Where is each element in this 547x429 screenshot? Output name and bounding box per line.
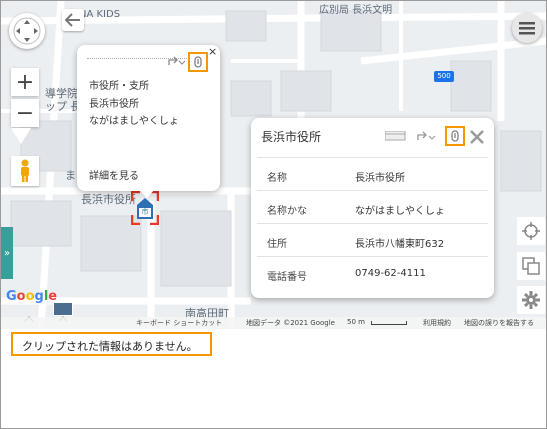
card-row: 住所 長浜市八幡東町632 (257, 223, 488, 256)
row-value: 長浜市八幡東町632 (355, 239, 445, 250)
map-copyright: 地図データ ©2021 Google (246, 319, 335, 327)
row-value: 0749-62-4111 (355, 268, 426, 279)
row-key: 名称 (267, 173, 287, 184)
paperclip-icon (451, 130, 459, 142)
map-label-kids: NA KIDS (79, 9, 121, 20)
card-title: 長浜市役所 (261, 130, 322, 144)
google-logo: Google (6, 289, 58, 304)
close-icon[interactable] (470, 130, 484, 144)
back-button[interactable] (62, 9, 84, 31)
crosshair-icon (522, 222, 540, 240)
pegman-icon (21, 159, 29, 182)
directions-arrow-icon[interactable] (416, 130, 440, 142)
report-error-link[interactable]: 地図の誤りを報告する (464, 318, 534, 328)
card-row: 名称 長浜市役所 (257, 157, 488, 190)
hamburger-menu-icon (519, 22, 535, 35)
scale-bar (371, 321, 407, 325)
settings-button[interactable] (517, 286, 545, 314)
locate-button[interactable] (517, 217, 545, 245)
info-popup: × 市役所・支所 長浜市役所 ながはましやくしょ 詳細を見る (77, 45, 220, 198)
card-row: 電話番号 0749-62-4111 (257, 256, 488, 289)
popup-details-link[interactable]: 詳細を見る (89, 167, 139, 182)
road-number-label: 500 (437, 72, 451, 80)
zoom-in-button[interactable]: + (11, 68, 39, 96)
terms-link[interactable]: 利用規約 (423, 318, 451, 328)
row-value: ながはましやくしょ (355, 206, 445, 217)
app-frame: 500 NA KIDS 広別局 長浜文明 導学院 ップ 長 ま 長浜市役所 南高… (0, 0, 547, 429)
place-detail-card: 長浜市役所 名称 長浜市役所 名称かな ながはましやくしょ 住所 長浜市八幡東町… (251, 118, 494, 298)
menu-button[interactable] (512, 13, 542, 43)
map-label-top: 広別局 長浜文明 (319, 5, 393, 16)
row-value: 長浜市役所 (355, 173, 405, 184)
street-view-button[interactable] (11, 156, 39, 186)
card-display-icon[interactable] (385, 131, 407, 141)
popup-tail (139, 189, 155, 198)
scale-label: 50 m (347, 318, 365, 326)
arrow-left-icon (65, 13, 80, 27)
compass-icon (13, 17, 41, 45)
row-key: 住所 (267, 239, 287, 250)
paperclip-icon (194, 56, 202, 68)
map-view[interactable]: 500 NA KIDS 広別局 長浜文明 導学院 ップ 長 ま 長浜市役所 南高… (1, 1, 546, 329)
card-clip-button[interactable] (445, 126, 465, 146)
layers-icon (522, 257, 540, 275)
side-panel-toggle[interactable]: » (1, 227, 13, 279)
map-label-city-hall: 長浜市役所 (81, 193, 136, 206)
zoom-out-button[interactable]: − (11, 99, 39, 127)
clip-status-message: クリップされた情報はありません。 (11, 332, 212, 356)
gear-icon (522, 291, 540, 309)
directions-arrow-icon[interactable] (167, 55, 185, 67)
popup-kana: ながはましやくしょ (89, 116, 179, 127)
popup-close-button[interactable]: × (208, 45, 217, 58)
card-row: 名称かな ながはましやくしょ (257, 190, 488, 223)
popup-clip-button[interactable] (188, 52, 208, 72)
pan-control-button[interactable] (9, 13, 45, 49)
popup-name: 長浜市役所 (89, 99, 139, 110)
popup-category: 市役所・支所 (89, 81, 149, 92)
map-label-ma: ま (65, 169, 76, 182)
keyboard-shortcuts-link[interactable]: キーボード ショートカット (136, 318, 222, 328)
layers-button[interactable] (517, 252, 545, 280)
row-key: 電話番号 (267, 272, 307, 283)
row-key: 名称かな (267, 206, 307, 217)
marker-label: 市 (141, 208, 149, 216)
map-footer: キーボード ショートカット 地図データ ©2021 Google 50 m 利用… (1, 317, 546, 329)
